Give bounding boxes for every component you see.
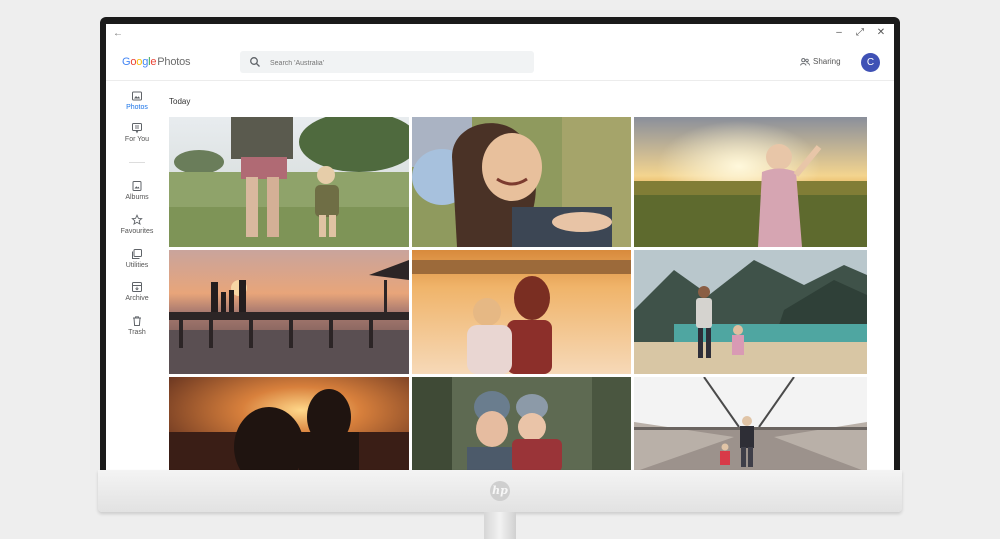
photo-mountain-lake bbox=[634, 250, 867, 374]
sidebar-item-albums[interactable]: Albums bbox=[106, 180, 168, 201]
sidebar: Photos For You Albums Favourites Utiliti… bbox=[106, 84, 168, 472]
app-header: GooglePhotos Sharing C bbox=[106, 46, 894, 81]
maximize-icon[interactable]: ⤢ bbox=[855, 27, 865, 38]
photo-silhouette-sunset bbox=[169, 377, 409, 472]
title-bar: ← – ⤢ ✕ bbox=[106, 24, 894, 46]
star-icon bbox=[131, 214, 143, 226]
hp-logo: hp bbox=[490, 481, 510, 501]
sidebar-item-label: Archive bbox=[125, 295, 149, 302]
close-icon[interactable]: ✕ bbox=[876, 27, 886, 38]
back-arrow-icon[interactable]: ← bbox=[113, 28, 123, 39]
album-icon bbox=[132, 181, 142, 191]
sidebar-item-label: Trash bbox=[128, 329, 146, 336]
sidebar-item-utilities[interactable]: Utilities bbox=[106, 248, 168, 269]
photo-tile[interactable] bbox=[169, 250, 409, 374]
google-photos-logo[interactable]: GooglePhotos bbox=[122, 56, 191, 68]
sidebar-item-archive[interactable]: Archive bbox=[106, 281, 168, 302]
photo-tile[interactable] bbox=[634, 117, 867, 247]
minimize-icon[interactable]: – bbox=[834, 27, 844, 38]
photo-mother-child-beach bbox=[412, 250, 631, 374]
sharing-label: Sharing bbox=[813, 57, 841, 66]
utilities-icon bbox=[132, 249, 142, 259]
account-avatar[interactable]: C bbox=[861, 53, 880, 72]
photo-girl-lying-in-grass bbox=[412, 117, 631, 247]
app-window: ← – ⤢ ✕ GooglePhotos Sharing bbox=[106, 24, 894, 472]
archive-icon bbox=[132, 282, 142, 292]
people-icon bbox=[800, 57, 810, 66]
search-icon bbox=[250, 57, 260, 67]
photo-tile[interactable] bbox=[412, 377, 631, 472]
photo-tile[interactable] bbox=[634, 250, 867, 374]
sidebar-item-favourites[interactable]: Favourites bbox=[106, 214, 168, 235]
photo-tile[interactable] bbox=[169, 377, 409, 472]
sidebar-item-label: Albums bbox=[125, 194, 149, 201]
for-you-icon bbox=[132, 123, 142, 134]
photo-bridge-walk bbox=[634, 377, 867, 472]
monitor-stand bbox=[484, 512, 516, 539]
photo-family-on-pier bbox=[169, 250, 409, 374]
photo-mother-toddler-grass bbox=[169, 117, 409, 247]
sidebar-divider bbox=[129, 162, 145, 163]
trash-icon bbox=[133, 316, 141, 326]
sidebar-item-for-you[interactable]: For You bbox=[106, 122, 168, 143]
photo-tile[interactable] bbox=[634, 377, 867, 472]
sidebar-item-trash[interactable]: Trash bbox=[106, 315, 168, 336]
sidebar-item-label: Favourites bbox=[120, 228, 154, 235]
window-controls: – ⤢ ✕ bbox=[834, 27, 886, 38]
photo-beanies-forest bbox=[412, 377, 631, 472]
photo-tile[interactable] bbox=[412, 250, 631, 374]
sidebar-item-photos[interactable]: Photos bbox=[106, 90, 168, 111]
photo-tile[interactable] bbox=[169, 117, 409, 247]
search-input[interactable] bbox=[268, 54, 522, 72]
sidebar-item-label: Photos bbox=[126, 104, 148, 111]
search-bar[interactable] bbox=[240, 51, 534, 73]
sidebar-item-label: Utilities bbox=[125, 262, 149, 269]
photo-tile[interactable] bbox=[412, 117, 631, 247]
photo-icon bbox=[132, 91, 142, 101]
sidebar-item-label: For You bbox=[124, 136, 150, 143]
logo-product-name: Photos bbox=[157, 56, 191, 68]
logo-letter: e bbox=[150, 56, 157, 68]
section-title-today: Today bbox=[169, 97, 191, 106]
sharing-button[interactable]: Sharing bbox=[800, 57, 841, 66]
photo-child-sunset-field bbox=[634, 117, 867, 247]
